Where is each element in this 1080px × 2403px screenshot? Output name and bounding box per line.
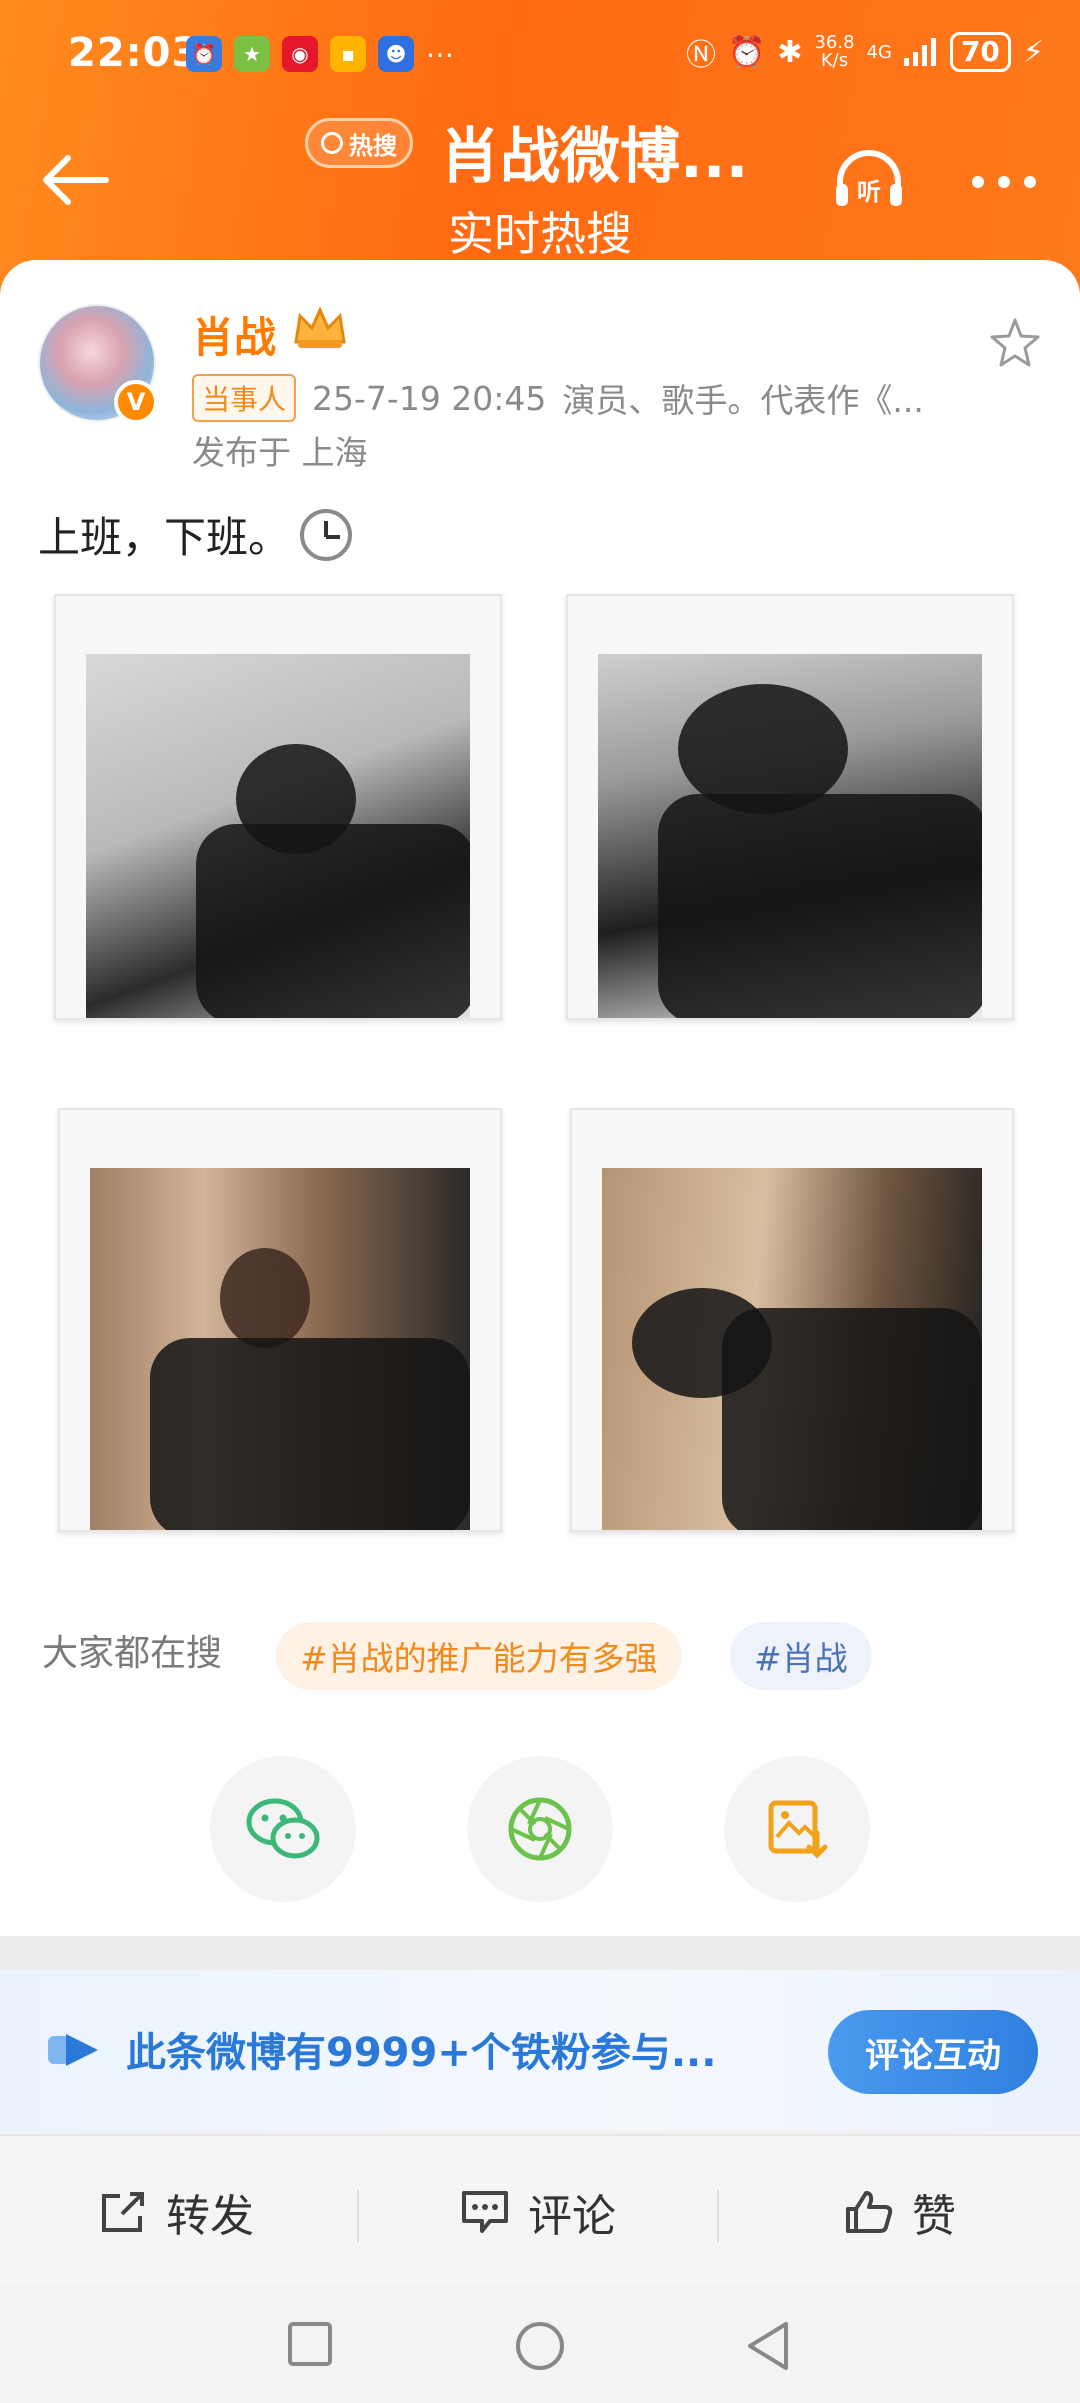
network-speed: 36.8 K/s — [814, 34, 854, 70]
fans-play-icon — [48, 2034, 98, 2066]
repost-label: 转发 — [166, 2191, 254, 2242]
listen-label: 听 — [857, 178, 881, 206]
system-navigation-bar — [0, 2284, 1080, 2403]
clock-app-icon: ⏰ — [186, 36, 222, 72]
share-moments-button[interactable] — [467, 1756, 613, 1902]
post-timestamp: 25-7-19 20:45 — [312, 378, 547, 418]
bluetooth-icon: ✱ — [777, 34, 803, 70]
header: 22:03 ⏰ ★ ◉ ▪ ☻ ⋯ Ⓝ ⏰ ✱ 36.8 K/s 4G 70 ⚡ — [0, 0, 1080, 300]
post-photo-3[interactable] — [58, 1108, 502, 1532]
more-notifications-icon: ⋯ — [426, 37, 454, 71]
status-indicators: Ⓝ ⏰ ✱ 36.8 K/s 4G 70 ⚡ — [686, 30, 1044, 74]
battery-indicator: 70 — [949, 32, 1011, 72]
more-menu-icon[interactable] — [972, 176, 1036, 188]
like-button[interactable]: 赞 — [844, 2180, 956, 2244]
alarm-icon: ⏰ — [727, 34, 766, 70]
share-wechat-button[interactable] — [210, 1756, 356, 1902]
action-divider — [717, 2190, 719, 2242]
game-app-icon: ★ — [234, 36, 270, 72]
comment-interact-button[interactable]: 评论互动 — [828, 2010, 1038, 2094]
signal-bars-icon — [903, 38, 936, 66]
trending-tag-2[interactable]: #肖战 — [730, 1622, 872, 1690]
clock-emoji-icon — [300, 508, 353, 561]
post-location: 发布于 上海 — [192, 433, 368, 472]
home-circle-icon[interactable] — [514, 2320, 566, 2372]
comment-label: 评论 — [528, 2191, 616, 2242]
fans-engagement-bar[interactable]: 此条微博有9999+个铁粉参与... 评论互动 — [0, 1970, 1080, 2130]
signal-type: 4G — [866, 41, 892, 63]
page-subtitle: 实时热搜 — [448, 207, 632, 261]
save-image-button[interactable] — [724, 1756, 870, 1902]
user-bio: 演员、歌手。代表作《... — [562, 381, 924, 420]
photo-image — [90, 1168, 470, 1530]
assistant-app-icon: ☻ — [378, 36, 414, 72]
page-title: 肖战微博... — [440, 122, 749, 192]
wechat-icon — [246, 1798, 320, 1859]
role-badge: 当事人 — [192, 374, 297, 422]
network-speed-unit: K/s — [820, 50, 849, 71]
verified-badge-icon: V — [114, 380, 158, 424]
thumbs-up-icon — [846, 2191, 893, 2233]
comment-icon — [462, 2191, 508, 2233]
crown-icon — [294, 306, 346, 348]
charging-icon: ⚡ — [1022, 34, 1044, 70]
save-image-icon — [768, 1800, 828, 1859]
comment-button[interactable]: 评论 — [460, 2180, 616, 2244]
section-divider — [0, 1936, 1080, 1970]
post-text-content: 上班，下班。 — [38, 513, 291, 562]
trending-tag-1[interactable]: #肖战的推广能力有多强 — [276, 1622, 682, 1690]
weibo-app-icon: ◉ — [282, 36, 318, 72]
hot-search-badge-label: 热搜 — [349, 131, 397, 160]
post-card: V 肖战 当事人 25-7-19 20:45 演员、歌手。代表作《... 发布于… — [0, 260, 1080, 1936]
status-app-icons: ⏰ ★ ◉ ▪ ☻ ⋯ — [186, 36, 454, 72]
post-photo-4[interactable] — [570, 1108, 1014, 1532]
hot-search-badge[interactable]: 热搜 — [305, 118, 413, 168]
post-photo-1[interactable] — [54, 594, 502, 1020]
trending-search-label: 大家都在搜 — [42, 1633, 223, 1674]
username[interactable]: 肖战 — [192, 304, 276, 365]
message-app-icon: ▪ — [330, 36, 366, 72]
repost-button[interactable]: 转发 — [98, 2180, 254, 2244]
post-text: 上班，下班。 — [38, 504, 353, 565]
nfc-icon: Ⓝ — [685, 38, 716, 73]
post-photo-2[interactable] — [566, 594, 1014, 1020]
like-label: 赞 — [912, 2191, 956, 2242]
headphones-icon[interactable]: 听 — [832, 148, 906, 210]
back-triangle-icon[interactable] — [744, 2320, 792, 2372]
photo-image — [602, 1168, 982, 1530]
favorite-star-icon[interactable] — [988, 316, 1042, 370]
fans-engagement-text: 此条微博有9999+个铁粉参与... — [126, 2030, 717, 2076]
recent-apps-square-icon[interactable] — [286, 2320, 334, 2368]
moments-aperture-icon — [508, 1797, 572, 1861]
post-meta: 当事人 25-7-19 20:45 演员、歌手。代表作《... — [192, 374, 924, 422]
photo-image — [86, 654, 470, 1018]
action-divider — [357, 2190, 359, 2242]
status-time: 22:03 — [68, 30, 201, 76]
post-action-bar: 转发 评论 赞 — [0, 2134, 1080, 2284]
repost-icon — [102, 2192, 144, 2232]
search-icon — [321, 132, 343, 154]
photo-image — [598, 654, 982, 1018]
status-bar: 22:03 ⏰ ★ ◉ ▪ ☻ ⋯ Ⓝ ⏰ ✱ 36.8 K/s 4G 70 ⚡ — [0, 0, 1080, 110]
